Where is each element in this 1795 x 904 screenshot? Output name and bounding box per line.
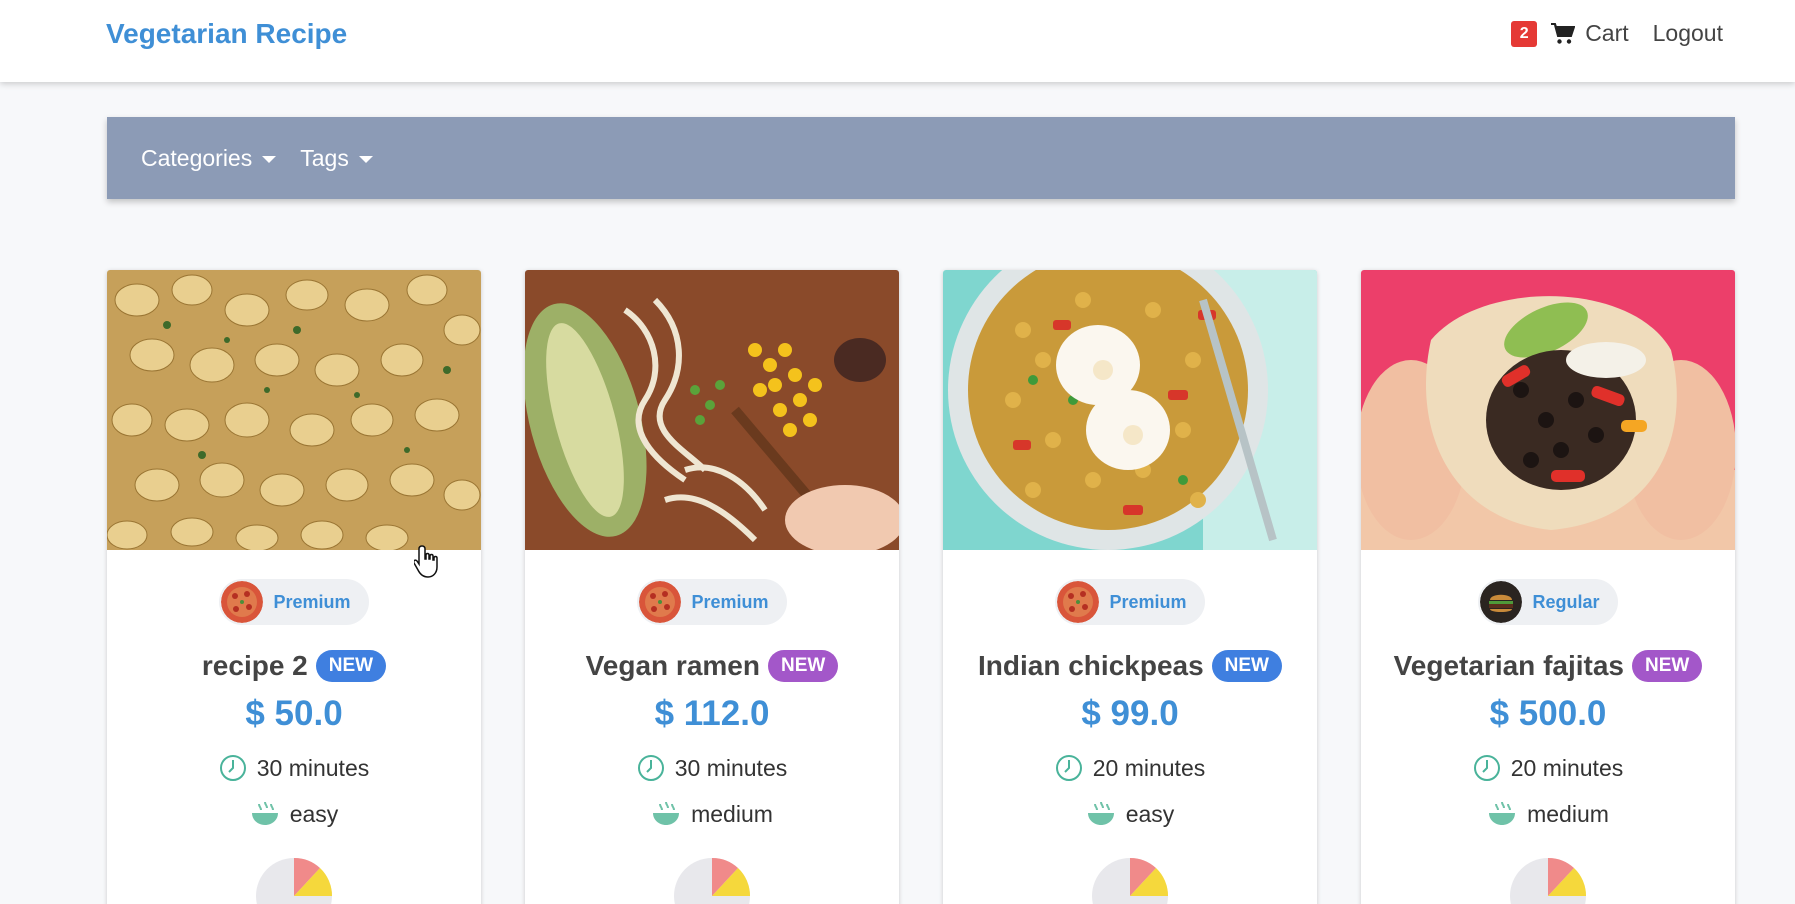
tier-label: Premium (691, 591, 769, 612)
caret-down-icon (262, 155, 277, 163)
pizza-avatar-icon (1057, 581, 1100, 623)
tier-label: Premium (273, 591, 351, 612)
new-badge: NEW (1632, 650, 1703, 682)
burger-avatar-icon (1480, 581, 1523, 623)
tier-chip: Regular (1478, 579, 1618, 625)
recipe-card[interactable]: Premium Indian chickpeas NEW $ 99.0 20 m… (943, 270, 1317, 904)
difficulty: easy (289, 800, 339, 827)
cook-time: 20 minutes (1092, 754, 1206, 781)
cook-time: 30 minutes (256, 754, 370, 781)
tier-label: Regular (1532, 591, 1600, 612)
logout-link[interactable]: Logout (1653, 20, 1723, 47)
bowl-icon (1087, 801, 1114, 825)
new-badge: NEW (1211, 650, 1282, 682)
recipe-title[interactable]: Indian chickpeas (978, 650, 1204, 682)
chickpeas-photo[interactable] (943, 270, 1317, 550)
difficulty: easy (1125, 800, 1175, 827)
clock-icon (1473, 755, 1500, 781)
recipe-card[interactable]: Regular Vegetarian fajitas NEW $ 500.0 2… (1361, 270, 1735, 904)
nav-right: 2 Cart Logout (1511, 20, 1723, 47)
tier-chip: Premium (219, 579, 369, 625)
recipe-price: $ 112.0 (654, 694, 770, 733)
nutrition-pie-icon (1510, 857, 1587, 904)
brand-logo-link[interactable]: Vegetarian Recipe (106, 18, 347, 50)
top-navbar: Vegetarian Recipe 2 Cart Logout (0, 0, 1795, 82)
gnocchi-photo[interactable] (107, 270, 481, 550)
recipe-title[interactable]: Vegan ramen (586, 650, 760, 682)
categories-dropdown[interactable]: Categories (141, 144, 277, 172)
bowl-icon (653, 801, 680, 825)
nutrition-pie-icon (256, 857, 333, 904)
cart-label: Cart (1585, 20, 1629, 46)
fajitas-photo[interactable] (1361, 270, 1735, 550)
difficulty: medium (691, 800, 773, 827)
tags-dropdown[interactable]: Tags (300, 145, 373, 172)
shopping-cart-icon (1551, 22, 1576, 44)
clock-icon (1055, 755, 1082, 781)
hand-pointer-cursor-icon (413, 544, 442, 585)
clock-icon (219, 755, 246, 781)
pizza-avatar-icon (639, 581, 682, 623)
tier-chip: Premium (637, 579, 787, 625)
recipe-card[interactable]: Premium Vegan ramen NEW $ 112.0 30 minut… (525, 270, 899, 904)
cart-link[interactable]: Cart (1551, 20, 1629, 47)
recipe-price: $ 99.0 (1081, 694, 1179, 733)
categories-label: Categories (141, 144, 253, 171)
nutrition-pie-icon (1092, 857, 1169, 904)
difficulty: medium (1527, 800, 1609, 827)
new-badge: NEW (315, 650, 387, 682)
tier-label: Premium (1109, 591, 1187, 612)
clock-icon (637, 755, 664, 781)
tags-label: Tags (300, 144, 349, 171)
new-badge: NEW (767, 650, 839, 682)
bowl-icon (1489, 801, 1516, 825)
caret-down-icon (358, 155, 373, 163)
filter-bar: Categories Tags (107, 117, 1735, 199)
pizza-avatar-icon (221, 581, 264, 623)
cook-time: 20 minutes (1510, 754, 1624, 781)
recipe-title[interactable]: recipe 2 (202, 650, 308, 682)
recipe-card[interactable]: Premium recipe 2 NEW $ 50.0 30 minutes e… (107, 270, 481, 904)
recipe-title[interactable]: Vegetarian fajitas (1394, 650, 1624, 682)
ramen-photo[interactable] (525, 270, 899, 550)
recipe-price: $ 500.0 (1489, 694, 1607, 733)
nutrition-pie-icon (674, 857, 751, 904)
cook-time: 30 minutes (674, 754, 788, 781)
tier-chip: Premium (1055, 579, 1205, 625)
bowl-icon (251, 801, 278, 825)
cart-count-badge: 2 (1511, 20, 1538, 47)
recipe-price: $ 50.0 (245, 694, 343, 733)
